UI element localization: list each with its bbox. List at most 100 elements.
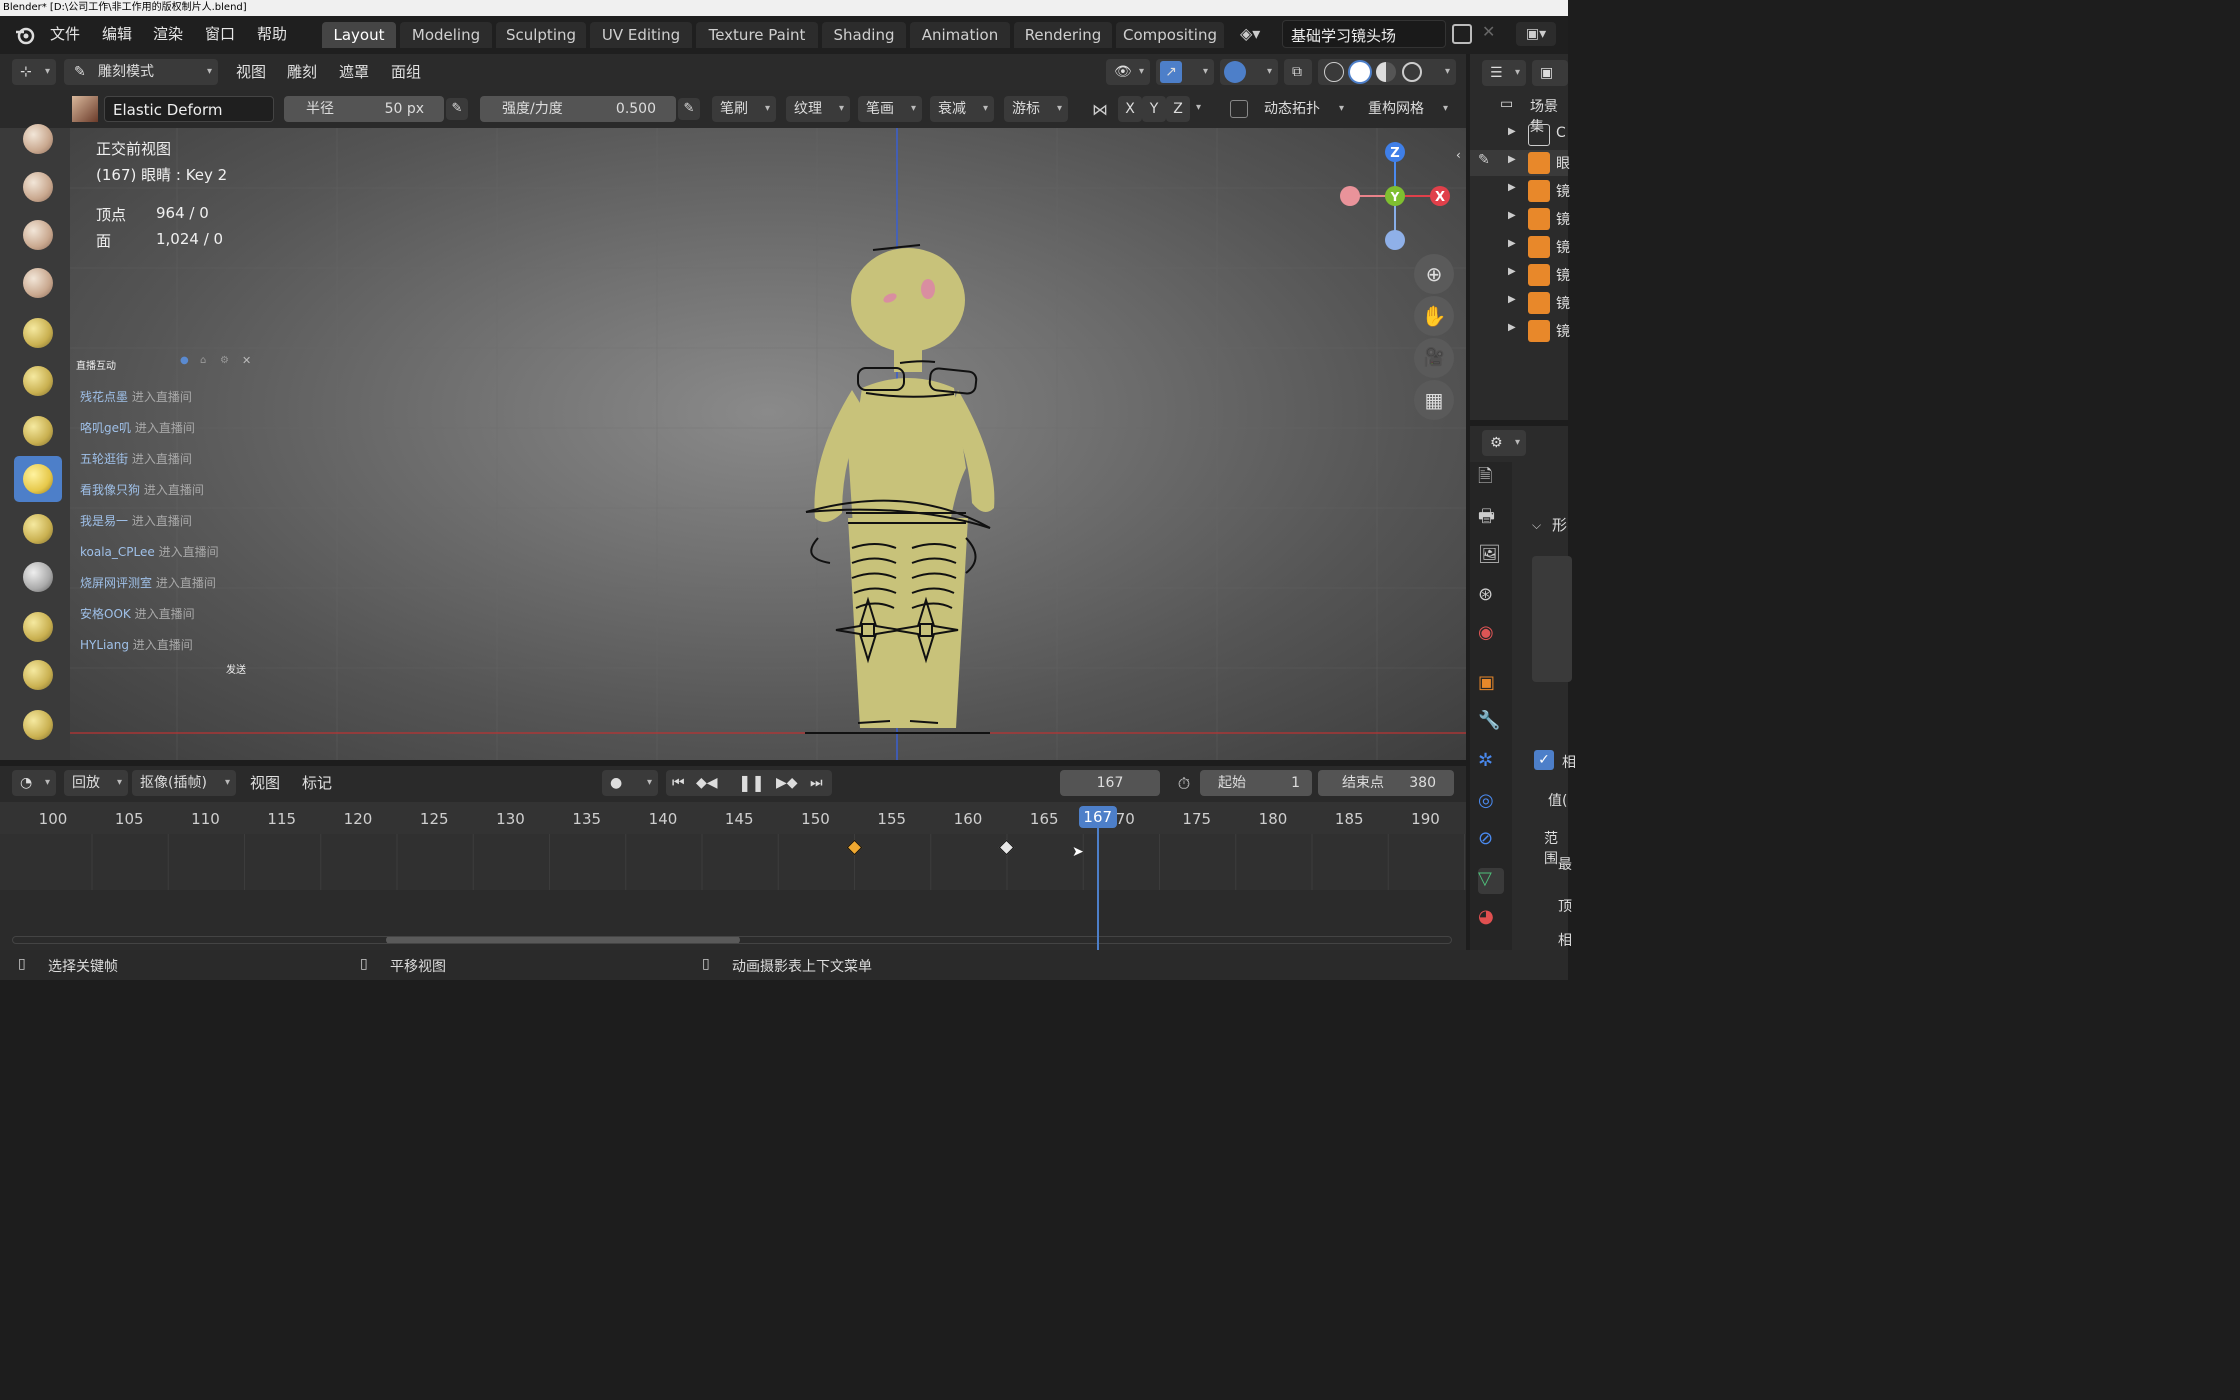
menu-window[interactable]: 窗口 <box>205 23 235 45</box>
expand-arrow-icon[interactable]: ▶ <box>1508 266 1516 277</box>
tool-thumb[interactable] <box>14 554 62 600</box>
expand-arrow-icon[interactable]: ▶ <box>1508 238 1516 249</box>
tool-clay-strips[interactable] <box>14 260 62 306</box>
tool-pose[interactable] <box>14 604 62 650</box>
outliner-display-mode-button[interactable]: ▣ <box>1532 60 1568 86</box>
new-scene-icon[interactable] <box>1452 24 1472 44</box>
material-shading-icon[interactable] <box>1376 62 1396 82</box>
current-frame-field[interactable]: 167 <box>1060 770 1160 796</box>
jump-end-icon[interactable]: ⏭ <box>810 770 823 796</box>
delete-scene-icon[interactable]: ✕ <box>1482 22 1495 41</box>
menu-mask[interactable]: 遮罩 <box>339 59 369 85</box>
tab-modeling[interactable]: Modeling <box>400 22 492 48</box>
falloff-menu[interactable]: 衰减 ▾ <box>930 96 994 122</box>
menu-help[interactable]: 帮助 <box>257 23 287 45</box>
frame-ruler[interactable]: 100 105 110 115 120 125 130 135 140 145 150 155 160 1… <box>0 802 1466 834</box>
object-tab-icon[interactable]: ▣ <box>1478 672 1504 698</box>
stroke-menu[interactable]: 笔画 ▾ <box>858 96 922 122</box>
tool-nudge[interactable] <box>14 652 62 698</box>
tab-texture-paint[interactable]: Texture Paint <box>696 22 818 48</box>
radius-pressure-icon[interactable]: ✎ <box>446 98 468 120</box>
relative-checkbox[interactable]: ✓ <box>1534 750 1554 770</box>
menu-sculpt[interactable]: 雕刻 <box>287 59 317 85</box>
tab-sculpting[interactable]: Sculpting <box>496 22 586 48</box>
expand-arrow-icon[interactable]: ▶ <box>1508 182 1516 193</box>
dyntopo-checkbox[interactable] <box>1230 100 1248 118</box>
tool-layer[interactable] <box>14 310 62 356</box>
chat-send-button[interactable]: 发送 <box>226 661 246 676</box>
strength-pressure-icon[interactable]: ✎ <box>678 98 700 120</box>
auto-keying-toggle[interactable]: ● ▾ <box>602 770 658 796</box>
texture-menu[interactable]: 纹理 ▾ <box>786 96 850 122</box>
menu-render[interactable]: 渲染 <box>153 23 183 45</box>
wireframe-shading-icon[interactable] <box>1324 62 1344 82</box>
zoom-icon[interactable]: ⊕ <box>1414 254 1454 294</box>
gizmo-neg-z-axis[interactable] <box>1385 230 1405 250</box>
gizmo-neg-x-axis[interactable] <box>1340 186 1360 206</box>
playhead-frame-indicator[interactable]: 167 <box>1078 806 1117 828</box>
tool-draw-sharp[interactable] <box>14 164 62 210</box>
output-tab-icon[interactable]: 🖼 <box>1478 544 1504 570</box>
pause-icon[interactable]: ❚❚ <box>738 770 765 796</box>
mode-select[interactable]: ✎ 雕刻模式 ▾ <box>64 59 218 85</box>
gizmo-toggle-icon[interactable]: ↗ ▾ <box>1156 59 1214 85</box>
rendered-shading-icon[interactable] <box>1402 62 1422 82</box>
chat-close-icon[interactable]: ✕ <box>242 354 251 367</box>
camera-view-icon[interactable]: 🎥 <box>1414 338 1454 378</box>
tool-draw[interactable] <box>14 116 62 162</box>
chat-pin-icon[interactable]: ⌂ <box>200 355 206 366</box>
xray-toggle-icon[interactable]: ⧉ <box>1284 59 1312 85</box>
solid-shading-icon[interactable] <box>1350 62 1370 82</box>
menu-view[interactable]: 视图 <box>236 59 266 85</box>
dyntopo-menu[interactable]: 动态拓扑 ▾ <box>1256 96 1350 122</box>
character-mesh[interactable] <box>770 228 1030 748</box>
prev-keyframe-icon[interactable]: ◆◀ <box>696 770 718 796</box>
symmetry-y-toggle[interactable]: Y <box>1142 96 1166 122</box>
data-tab-icon[interactable]: ▽ <box>1478 868 1504 894</box>
brush-name-field[interactable]: Elastic Deform <box>104 96 274 122</box>
tool-clay[interactable] <box>14 212 62 258</box>
next-keyframe-icon[interactable]: ▶◆ <box>776 770 798 796</box>
view-layer-icon[interactable]: ▣▾ <box>1516 22 1556 46</box>
symmetry-x-toggle[interactable]: X <box>1118 96 1142 122</box>
jump-start-icon[interactable]: ⏮ <box>672 770 685 796</box>
outliner-collection-row[interactable]: ▶ C <box>1470 122 1568 148</box>
pan-hand-icon[interactable]: ✋ <box>1414 296 1454 336</box>
outliner-object-row[interactable]: ▶ 镜 <box>1470 206 1570 232</box>
timeline-menu-marker[interactable]: 标记 <box>302 770 332 796</box>
expand-arrow-icon[interactable]: ▶ <box>1508 294 1516 305</box>
expand-arrow-icon[interactable]: ▶ <box>1508 126 1516 137</box>
tab-animation[interactable]: Animation <box>910 22 1010 48</box>
stopwatch-icon[interactable]: ⏱ <box>1172 772 1196 796</box>
symmetry-options-caret[interactable]: ▾ <box>1196 102 1201 113</box>
shape-keys-list[interactable] <box>1532 556 1572 682</box>
outliner-object-row[interactable]: ▶ 眼 ✎ <box>1470 150 1570 176</box>
timeline-menu-view[interactable]: 视图 <box>250 770 280 796</box>
tab-layout[interactable]: Layout <box>322 22 396 48</box>
tab-shading[interactable]: Shading <box>822 22 906 48</box>
modifiers-tab-icon[interactable]: 🔧 <box>1478 710 1504 736</box>
material-tab-icon[interactable]: ◕ <box>1478 906 1504 932</box>
navigation-gizmo[interactable]: Z X Y <box>1332 138 1458 258</box>
tool-rotate[interactable] <box>14 702 62 748</box>
blender-logo-icon[interactable] <box>14 24 36 46</box>
tool-elastic-deform[interactable] <box>14 456 62 502</box>
outliner-object-row[interactable]: ▶ 镜 <box>1470 234 1570 260</box>
menu-face-sets[interactable]: 面组 <box>391 59 421 85</box>
tool-tab-icon[interactable]: 🗎 <box>1478 464 1504 490</box>
start-frame-field[interactable]: 起始 1 <box>1200 770 1312 796</box>
expand-arrow-icon[interactable]: ▶ <box>1508 154 1516 165</box>
scene-tab-icon[interactable]: ◉ <box>1478 622 1504 648</box>
timeline-editor-type-button[interactable]: ◔ ▾ <box>12 770 56 796</box>
constraints-tab-icon[interactable]: ⊘ <box>1478 828 1504 854</box>
tool-blob[interactable] <box>14 408 62 454</box>
outliner-object-row[interactable]: ▶ 镜 <box>1470 318 1570 344</box>
scene-selector-icon[interactable]: ◈▾ <box>1240 24 1276 46</box>
tab-rendering[interactable]: Rendering <box>1014 22 1112 48</box>
sidebar-toggle-icon[interactable]: ‹ <box>1456 148 1461 162</box>
ortho-grid-icon[interactable]: ▦ <box>1414 380 1454 420</box>
symmetry-z-toggle[interactable]: Z <box>1166 96 1190 122</box>
radius-field[interactable]: 半径 50 px <box>284 96 444 122</box>
overlays-toggle-icon[interactable]: ▾ <box>1220 59 1278 85</box>
playback-menu[interactable]: 回放 ▾ <box>64 770 128 796</box>
